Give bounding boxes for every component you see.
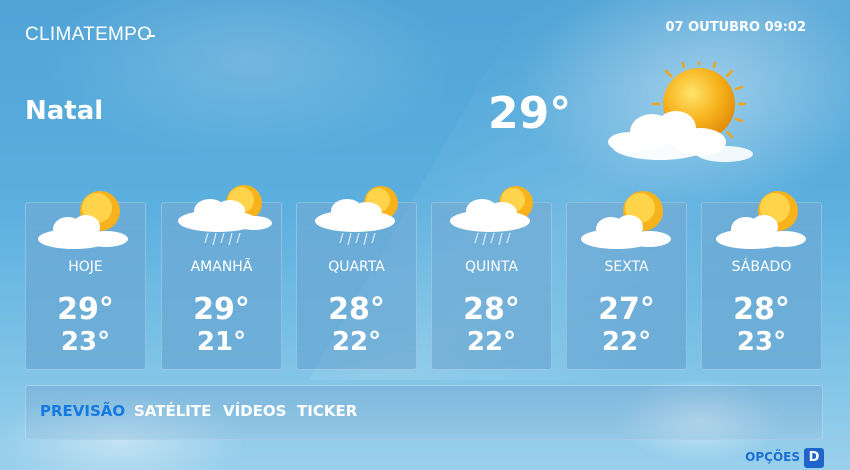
menu-item-previsao[interactable]: PREVISÃO: [40, 402, 125, 420]
sun-with-cloud-icon: [608, 62, 753, 162]
forecast-card-quinta: QUINTA 28° 22°: [431, 186, 552, 370]
day-label: AMANHÃ: [190, 259, 253, 275]
menu-item-satelite[interactable]: SATÉLITE: [134, 402, 211, 420]
sun-cloud-rain-icon: [178, 185, 272, 246]
high-temperature: 28°: [463, 292, 520, 327]
sun-cloud-icon: [581, 191, 671, 249]
day-label: QUINTA: [465, 259, 518, 275]
sun-cloud-icon: [716, 191, 806, 249]
forecast-card-sabado: SÁBADO 28° 23°: [701, 191, 822, 370]
high-temperature: 28°: [328, 292, 385, 327]
menu-item-videos[interactable]: VÍDEOS: [223, 402, 286, 420]
day-label: SEXTA: [604, 259, 649, 275]
forecast-card-hoje: HOJE 29° 23°: [25, 191, 146, 370]
high-temperature: 29°: [193, 292, 250, 327]
sun-cloud-rain-icon: [315, 186, 398, 246]
day-label: HOJE: [68, 259, 103, 275]
city-name: Natal: [25, 96, 104, 126]
day-label: QUARTA: [328, 259, 385, 275]
high-temperature: 28°: [733, 292, 790, 327]
bottom-menu: PREVISÃO SATÉLITE VÍDEOS TICKER: [25, 385, 823, 440]
menu-item-ticker[interactable]: TICKER: [297, 402, 357, 420]
climatempo-logo: CLIMATEMPO: [25, 24, 153, 45]
forecast-card-sexta: SEXTA 27° 22°: [566, 191, 687, 370]
high-temperature: 27°: [598, 292, 655, 327]
sun-cloud-rain-icon: [450, 186, 533, 246]
current-temperature: 29°: [488, 88, 572, 139]
low-temperature: 23°: [60, 327, 111, 357]
options-badge[interactable]: D: [804, 448, 824, 468]
forecast-card-amanha: AMANHÃ 29° 21°: [161, 185, 282, 370]
forecast-card-quarta: QUARTA 28° 22°: [296, 186, 417, 370]
logo-mark: [147, 35, 155, 37]
high-temperature: 29°: [57, 292, 114, 327]
day-label: SÁBADO: [731, 259, 792, 275]
sun-cloud-icon: [38, 191, 128, 249]
low-temperature: 23°: [736, 327, 787, 357]
date-time: 07 OUTUBRO 09:02: [665, 20, 806, 35]
low-temperature: 22°: [601, 327, 652, 357]
options-button[interactable]: OPÇÕES: [745, 450, 800, 464]
low-temperature: 22°: [466, 327, 517, 357]
low-temperature: 22°: [331, 327, 382, 357]
low-temperature: 21°: [196, 327, 247, 357]
